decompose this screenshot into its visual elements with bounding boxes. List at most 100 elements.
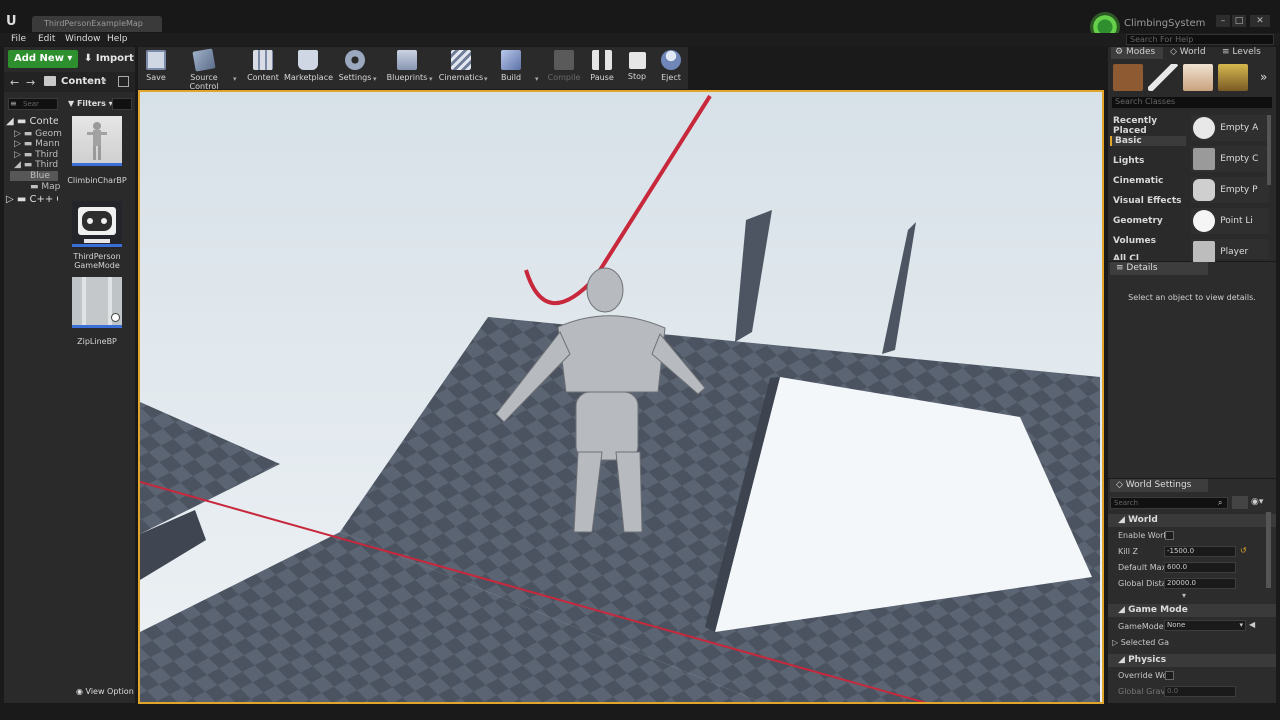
lock-icon[interactable]: [118, 76, 129, 87]
placeable-empty-actor[interactable]: Empty A: [1191, 115, 1269, 141]
tab-world[interactable]: ◇ World: [1170, 47, 1206, 57]
settings-dropdown-icon[interactable]: ▾: [373, 75, 377, 83]
toolbar-build-button[interactable]: Build: [497, 48, 525, 88]
toolbar-label: Compile: [547, 73, 581, 82]
asset-thumb-gamemode[interactable]: [72, 201, 122, 249]
add-new-button[interactable]: Add New ▾: [8, 50, 78, 68]
section-physics[interactable]: ◢ Physics: [1108, 654, 1276, 667]
category-visual-effects[interactable]: Visual Effects: [1113, 196, 1181, 206]
filters-button[interactable]: ▼ Filters ▾: [68, 99, 113, 108]
toolbar-source-control-button[interactable]: Source Control: [175, 48, 233, 91]
tree-item-thirdpersonbp[interactable]: ◢ ▬ Third: [14, 160, 66, 170]
tab-details[interactable]: ≡ Details: [1110, 262, 1208, 275]
category-cinematic[interactable]: Cinematic: [1113, 176, 1163, 186]
toolbar-stop-button[interactable]: Stop: [623, 48, 651, 88]
path-content[interactable]: Content: [61, 76, 106, 87]
tree-item-geometry[interactable]: ▷ ▬ Geom: [14, 129, 66, 139]
build-dropdown-icon[interactable]: ▾: [535, 75, 539, 83]
tab-modes[interactable]: ⚙ Modes: [1111, 47, 1163, 59]
paint-mode-icon[interactable]: [1148, 64, 1178, 91]
category-recently-placed[interactable]: Recently Placed: [1113, 116, 1185, 136]
maximize-button[interactable]: □: [1232, 15, 1246, 27]
gamemode-arrow-icon[interactable]: ◀: [1249, 620, 1255, 629]
level-tab[interactable]: ThirdPersonExampleMap: [32, 16, 162, 32]
tree-view-icon: ≡: [10, 99, 17, 108]
more-modes-icon[interactable]: »: [1260, 70, 1267, 84]
cinematics-dropdown-icon[interactable]: ▾: [484, 75, 488, 83]
search-help-input[interactable]: Search For Help: [1126, 34, 1274, 45]
path-dropdown-icon[interactable]: ▸: [102, 76, 107, 86]
toolbar-eject-button[interactable]: Eject: [657, 48, 685, 88]
eye-options-icon[interactable]: ◉▾: [1251, 497, 1263, 507]
tree-item-content[interactable]: ◢ ▬ Conte: [6, 116, 58, 127]
toolbar-blueprints-button[interactable]: Blueprints: [386, 48, 428, 88]
category-all-classes[interactable]: All Cl: [1113, 254, 1139, 260]
view-mode-icon[interactable]: [1232, 496, 1248, 509]
import-button[interactable]: ⬇ Import: [84, 50, 134, 68]
global-distance-input[interactable]: 20000.0: [1164, 578, 1236, 589]
global-gravity-input[interactable]: 0.0: [1164, 686, 1236, 697]
expand-advanced-icon[interactable]: ▾: [1182, 591, 1186, 600]
search-classes-input[interactable]: Search Classes: [1112, 97, 1272, 108]
section-world[interactable]: ◢ World: [1108, 514, 1276, 527]
modes-scrollbar[interactable]: [1267, 115, 1271, 185]
kill-z-input[interactable]: -1500.0: [1164, 546, 1236, 557]
toolbar-save-button[interactable]: Save: [142, 48, 170, 88]
reset-arrow-icon[interactable]: ↺: [1240, 546, 1247, 555]
placeable-empty-pawn[interactable]: Empty P: [1191, 177, 1269, 203]
placeable-point-light[interactable]: Point Li: [1191, 208, 1269, 234]
toolbar-settings-button[interactable]: Settings: [338, 48, 372, 88]
toolbar-content-button[interactable]: Content: [246, 48, 280, 88]
modes-icon: ⚙: [1115, 47, 1124, 57]
world-settings-search-input[interactable]: Search: [1110, 497, 1228, 509]
tree-item-thirdperson[interactable]: ▷ ▬ Third: [14, 150, 66, 160]
forward-arrow-icon[interactable]: →: [26, 76, 35, 89]
toolbar-compile-button[interactable]: Compile: [546, 48, 582, 88]
levels-icon: ≡: [1222, 47, 1230, 57]
eye-icon: ◉: [76, 687, 83, 696]
tab-levels[interactable]: ≡ Levels: [1222, 47, 1261, 57]
marketplace-icon: [298, 50, 318, 70]
category-geometry[interactable]: Geometry: [1113, 216, 1163, 226]
asset-type-bar: [72, 163, 122, 166]
menu-help[interactable]: Help: [107, 34, 128, 44]
tree-item-mannequin[interactable]: ▷ ▬ Mann: [14, 139, 66, 149]
world-settings-scrollbar[interactable]: [1266, 512, 1271, 588]
tree-item-cpp[interactable]: ▷ ▬ C++ C: [6, 194, 58, 205]
unreal-logo-icon[interactable]: U: [6, 14, 22, 30]
tree-item-blueprints[interactable]: Blue: [10, 171, 58, 181]
override-world-checkbox[interactable]: [1165, 671, 1174, 680]
enable-world-checkbox[interactable]: [1165, 531, 1174, 540]
details-icon: ≡: [1116, 263, 1124, 273]
view-options-button[interactable]: ◉ View Option: [76, 687, 134, 696]
asset-thumb-climbincharbp[interactable]: [72, 116, 122, 164]
add-new-label: Add New: [14, 53, 64, 64]
blueprints-dropdown-icon[interactable]: ▾: [429, 75, 433, 83]
close-button[interactable]: ✕: [1250, 15, 1270, 27]
placeable-player-start[interactable]: Player: [1191, 239, 1269, 263]
category-volumes[interactable]: Volumes: [1113, 236, 1156, 246]
source-control-dropdown-icon[interactable]: ▾: [233, 75, 237, 83]
toolbar-marketplace-button[interactable]: Marketplace: [284, 48, 333, 88]
foliage-mode-icon[interactable]: [1218, 64, 1248, 91]
place-mode-icon[interactable]: [1113, 64, 1143, 91]
landscape-mode-icon[interactable]: [1183, 64, 1213, 91]
minimize-button[interactable]: –: [1216, 15, 1230, 27]
toolbar-cinematics-button[interactable]: Cinematics: [438, 48, 484, 88]
menu-window[interactable]: Window: [65, 34, 101, 44]
toolbar-label: Content: [247, 73, 279, 82]
category-lights[interactable]: Lights: [1113, 156, 1144, 166]
back-arrow-icon[interactable]: ←: [10, 76, 19, 89]
category-basic[interactable]: Basic: [1110, 136, 1186, 146]
section-game-mode[interactable]: ◢ Game Mode: [1108, 604, 1276, 617]
default-max-input[interactable]: 600.0: [1164, 562, 1236, 573]
toolbar-pause-button[interactable]: Pause: [588, 48, 616, 88]
level-viewport[interactable]: [138, 90, 1104, 704]
placeable-empty-character[interactable]: Empty C: [1191, 146, 1269, 172]
label-selected-gamemode[interactable]: ▷ Selected Ga: [1112, 638, 1169, 647]
menu-edit[interactable]: Edit: [38, 34, 55, 44]
gamemode-select[interactable]: None ▾: [1164, 620, 1246, 631]
asset-search-input[interactable]: [112, 98, 132, 110]
menu-file[interactable]: File: [11, 34, 26, 44]
tab-world-settings[interactable]: ◇ World Settings: [1110, 479, 1208, 492]
